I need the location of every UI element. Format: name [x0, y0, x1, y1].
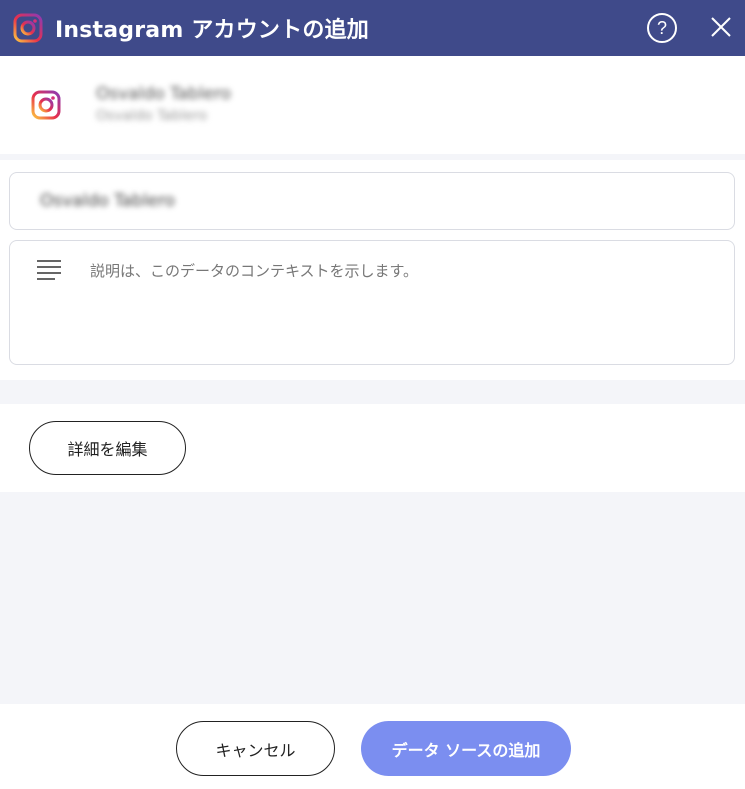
dialog-footer: キャンセル データ ソースの追加 [0, 704, 745, 789]
account-subtitle: Osvaldo Tablero [96, 108, 208, 124]
dialog-title: Instagram アカウントの追加 [55, 18, 369, 43]
edit-details-button[interactable]: 詳細を編集 [29, 421, 186, 475]
description-lines-icon [37, 260, 61, 280]
description-field[interactable]: 説明は、このデータのコンテキストを示します。 [9, 240, 735, 365]
instagram-icon [13, 13, 43, 43]
name-field-value: Osvaldo Tablero [40, 191, 176, 211]
cancel-button[interactable]: キャンセル [176, 721, 335, 776]
close-icon[interactable] [708, 14, 734, 40]
help-icon[interactable]: ? [647, 13, 677, 43]
form-section: Osvaldo Tablero 説明は、このデータのコンテキストを示します。 [0, 160, 745, 380]
name-field[interactable]: Osvaldo Tablero [9, 172, 735, 230]
account-header: Osvaldo Tablero Osvaldo Tablero [0, 56, 745, 154]
description-placeholder: 説明は、このデータのコンテキストを示します。 [90, 262, 419, 280]
edit-section: 詳細を編集 [0, 404, 745, 492]
account-name: Osvaldo Tablero [96, 84, 232, 104]
instagram-icon [31, 90, 61, 120]
title-bar: Instagram アカウントの追加 ? [0, 0, 745, 56]
add-data-source-button[interactable]: データ ソースの追加 [361, 721, 571, 776]
